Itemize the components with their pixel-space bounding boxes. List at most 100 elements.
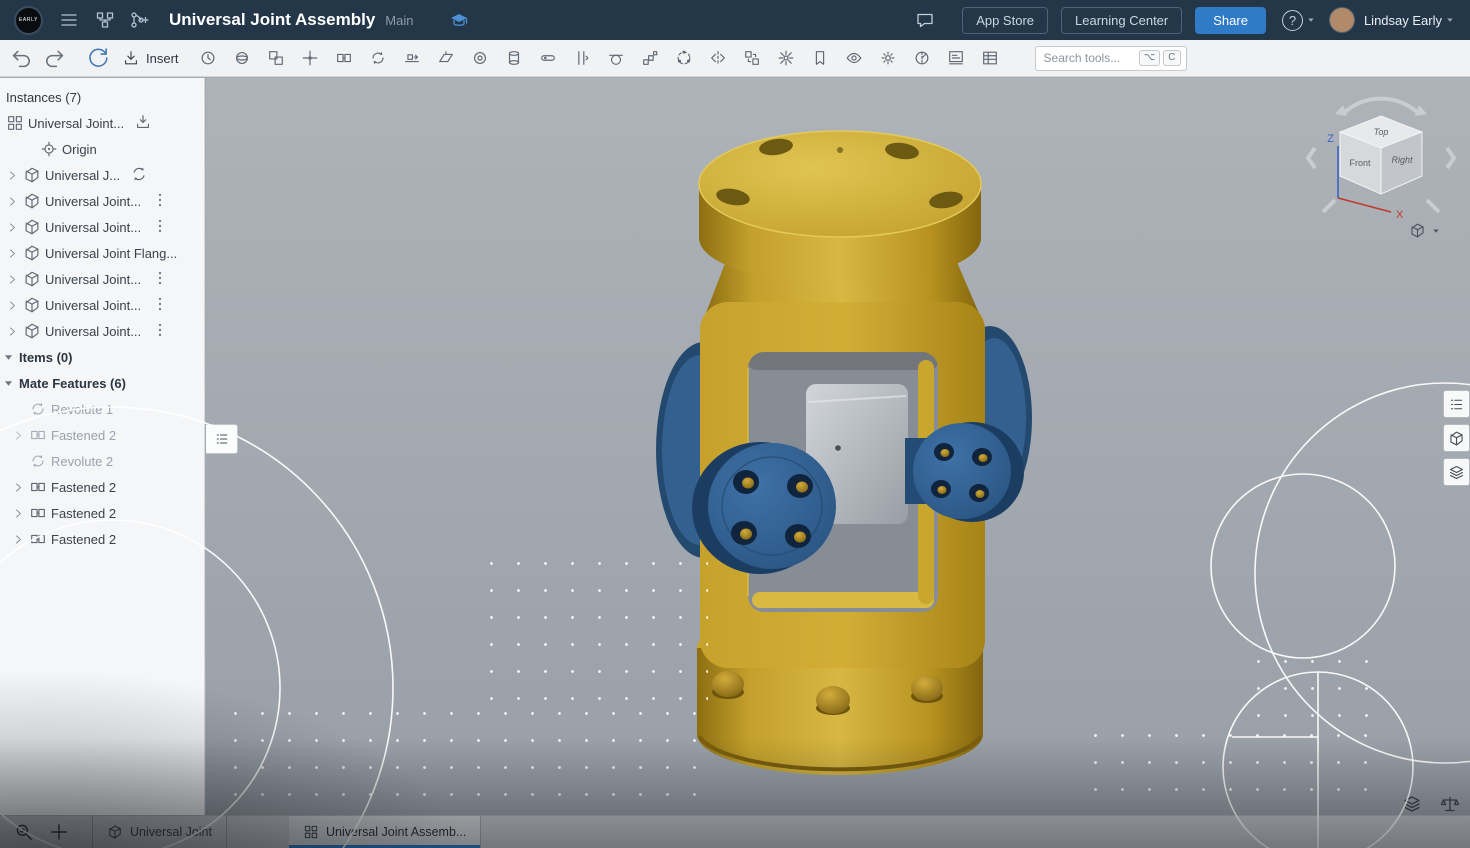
top-flange-part[interactable] [699,131,981,284]
user-name[interactable]: Lindsay Early [1364,13,1442,28]
view-cube[interactable]: Top Front Right Z X [1303,86,1463,236]
right-flange-part[interactable] [913,422,1024,522]
expand-chevron-icon[interactable] [6,247,19,260]
mate-row-fastened[interactable]: Fastened 2 [0,526,204,552]
expand-chevron-icon[interactable] [6,221,19,234]
universal-joint-model[interactable] [206,78,1470,816]
collapse-triangle-icon[interactable] [2,377,15,390]
pin-slot-mate-button[interactable] [537,47,559,69]
tool-search[interactable]: ⌥ C [1035,46,1187,71]
redo-button[interactable] [42,46,66,70]
history-button[interactable] [197,47,219,69]
scale-bar-icon[interactable] [1402,794,1422,814]
fastened-mate-icon [29,504,47,522]
view-layers-button[interactable] [1443,458,1470,486]
projection-dropdown[interactable] [1409,222,1442,239]
display-settings-button[interactable] [1443,424,1470,452]
parts-list-toggle-button[interactable] [1443,390,1470,418]
mate-button[interactable] [231,47,253,69]
add-tab-button[interactable] [48,821,70,843]
expand-chevron-icon[interactable] [12,481,25,494]
display-states-button[interactable] [843,47,865,69]
instance-row[interactable]: Universal Joint... [0,318,204,344]
insert-button[interactable]: Insert [122,49,179,67]
mate-row-revolute[interactable]: Revolute 2 [0,448,204,474]
refresh-document-button[interactable] [86,46,110,70]
workspace-name[interactable]: Main [385,13,413,28]
mate-connector-button[interactable] [299,47,321,69]
slider-mate-button[interactable] [401,47,423,69]
circular-pattern-button[interactable] [673,47,695,69]
viewcube-front-label[interactable]: Front [1349,158,1371,168]
comment-icon[interactable] [915,10,935,30]
tangent-mate-button[interactable] [605,47,627,69]
planar-mate-button[interactable] [435,47,457,69]
part-icon [23,296,41,314]
document-tab-1[interactable]: Universal Joint Assemb... [289,816,481,848]
group-button[interactable] [265,47,287,69]
viewport-3d[interactable]: Top Front Right Z X [206,78,1470,815]
instance-row[interactable]: Universal Joint... [0,188,204,214]
slider-mate-icon [403,49,421,67]
graduation-cap-icon[interactable] [449,10,469,30]
user-caret-icon[interactable] [1444,14,1456,26]
onshape-app: EARLY Universal Joint Assembly Main App … [0,0,1470,848]
collapse-triangle-icon[interactable] [2,351,15,364]
section-view-button[interactable] [911,47,933,69]
selection-list-handle[interactable] [206,424,238,454]
undo-button[interactable] [10,46,34,70]
items-section-row[interactable]: Items (0) [0,344,204,370]
branch-icon[interactable] [129,10,149,30]
expand-chevron-icon[interactable] [12,507,25,520]
linear-pattern-button[interactable] [639,47,661,69]
expand-chevron-icon[interactable] [6,273,19,286]
document-tab-0[interactable]: Universal Joint [92,816,227,848]
mate-row-fastened[interactable]: Fastened 2 [0,474,204,500]
replicate-button[interactable] [741,47,763,69]
instance-row[interactable]: Universal Joint... [0,266,204,292]
onshape-logo[interactable]: EARLY [14,6,43,35]
main-menu-icon[interactable] [59,10,79,30]
cylindrical-mate-button[interactable] [503,47,525,69]
fastened-mate-button[interactable] [333,47,355,69]
bom-table-button[interactable] [979,47,1001,69]
expand-chevron-icon[interactable] [6,325,19,338]
instance-row[interactable]: Universal Joint... [0,292,204,318]
parallel-mate-button[interactable] [571,47,593,69]
mirror-button[interactable] [707,47,729,69]
exploded-view-button[interactable] [775,47,797,69]
viewcube-top-label[interactable]: Top [1374,127,1389,137]
named-positions-button[interactable] [809,47,831,69]
mate-row-fastened[interactable]: Fastened 2 [0,500,204,526]
share-button[interactable]: Share [1195,7,1266,34]
section-view-icon [913,49,931,67]
assembly-root-row[interactable]: Universal Joint... [0,110,204,136]
instance-row[interactable]: Universal Joint Flang... [0,240,204,266]
revolute-mate-button[interactable] [367,47,389,69]
ball-mate-button[interactable] [469,47,491,69]
origin-row[interactable]: Origin [0,136,204,162]
version-graph-icon[interactable] [95,10,115,30]
help-caret-icon[interactable] [1305,14,1317,26]
part-icon [23,192,41,210]
configurations-button[interactable] [877,47,899,69]
instance-row[interactable]: Universal Joint... [0,214,204,240]
mate-row-fastened[interactable]: Fastened 2 [0,422,204,448]
learning-center-button[interactable]: Learning Center [1061,7,1182,34]
expand-chevron-icon[interactable] [6,169,19,182]
mate-features-section-row[interactable]: Mate Features (6) [0,370,204,396]
search-tabs-button[interactable] [13,821,35,843]
units-icon[interactable] [1440,794,1460,814]
expand-chevron-icon[interactable] [6,195,19,208]
instance-row[interactable]: Universal J... [0,162,204,188]
create-drawing-button[interactable] [945,47,967,69]
mate-row-revolute[interactable]: Revolute 1 [0,396,204,422]
expand-chevron-icon[interactable] [12,533,25,546]
app-store-button[interactable]: App Store [962,7,1048,34]
search-tools-input[interactable] [1044,51,1136,65]
expand-chevron-icon[interactable] [6,299,19,312]
help-button[interactable]: ? [1282,10,1303,31]
expand-chevron-icon[interactable] [12,429,25,442]
viewcube-right-label[interactable]: Right [1391,155,1413,165]
avatar[interactable] [1329,7,1355,33]
